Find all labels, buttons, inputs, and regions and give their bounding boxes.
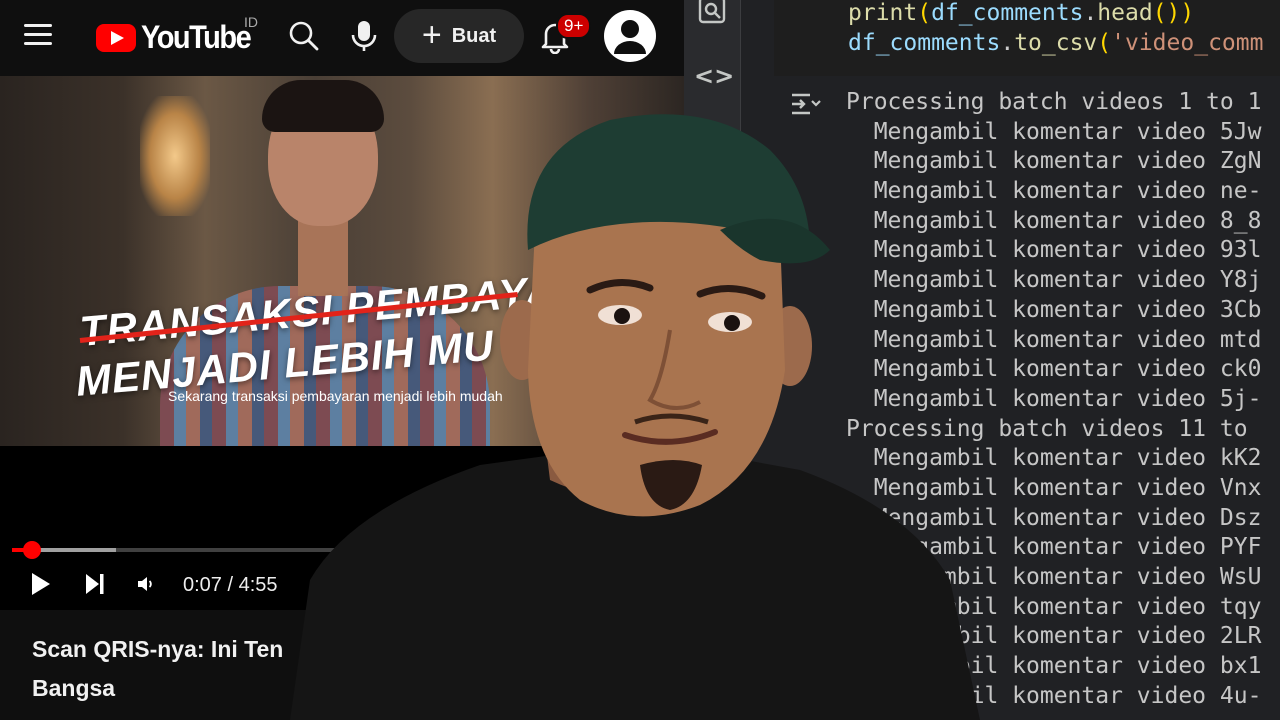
search-inspect-icon[interactable] — [698, 0, 726, 24]
code-cell[interactable]: print(df_comments.head()) df_comments.to… — [774, 0, 1280, 76]
output-line: Mengambil komentar video ne- — [846, 178, 1262, 205]
output-line: Mengambil komentar video PYF — [846, 534, 1262, 561]
output-line: Mengambil komentar video Vnx — [846, 474, 1262, 501]
next-icon[interactable] — [84, 572, 106, 596]
search-icon[interactable] — [288, 20, 320, 52]
output-line: Mengambil komentar video Dsz — [846, 504, 1262, 531]
notebook-panel: <> print(df_comments.head()) df_comments… — [684, 0, 1280, 720]
output-line: Mengambil komentar video 93l — [846, 237, 1262, 264]
youtube-logo[interactable]: YouTube — [96, 19, 252, 56]
output-line: Mengambil komentar video 4u- — [846, 682, 1262, 709]
output-line: Mengambil komentar video 5Jw — [846, 118, 1262, 145]
youtube-header: YouTube ID + Buat 9+ — [0, 0, 684, 76]
create-button-label: Buat — [451, 24, 497, 47]
volume-icon[interactable] — [136, 574, 156, 594]
output-line: Mengambil komentar video 8_8 — [846, 207, 1262, 234]
plus-icon: + — [421, 15, 442, 54]
output-line: Mengambil komentar video 3Cb — [846, 296, 1262, 323]
output-line: Mengambil komentar video WsU — [846, 564, 1262, 590]
youtube-play-logo-icon — [96, 24, 136, 52]
output-line: Mengambil komentar video ZgN — [846, 148, 1262, 175]
create-button[interactable]: + Buat — [394, 9, 524, 63]
code-line-2: df_comments.to_csv('video_comm — [848, 30, 1264, 56]
video-title-line1: Scan QRIS-nya: Ini Ten — [32, 636, 284, 662]
output-line: Mengambil komentar video bx1 — [846, 653, 1262, 680]
video-progress-bar[interactable] — [12, 541, 672, 559]
youtube-panel: YouTube ID + Buat 9+ TRANSAKSI PEMBAYAR … — [0, 0, 684, 720]
play-icon[interactable] — [30, 572, 52, 596]
youtube-logo-text: YouTube — [141, 19, 252, 56]
video-frame[interactable]: TRANSAKSI PEMBAYAR MENJADI LEBIH MU Seka… — [0, 76, 684, 446]
cell-output: Processing batch videos 1 to 1 Mengambil… — [846, 88, 1261, 711]
video-caption: Sekarang transaksi pembayaran menjadi le… — [168, 388, 503, 404]
output-line: Mengambil komentar video tqy — [846, 593, 1262, 620]
progress-scrubber[interactable] — [22, 541, 41, 559]
output-line: Processing batch videos 1 to 1 — [846, 89, 1262, 115]
microphone-icon[interactable] — [350, 20, 378, 52]
output-line: Mengambil komentar video Y8j — [846, 267, 1262, 294]
country-code: ID — [244, 14, 258, 30]
code-line-1: print(df_comments.head()) — [848, 0, 1195, 26]
hamburger-icon[interactable] — [24, 24, 52, 46]
output-line: Mengambil komentar video 2LR — [846, 623, 1262, 650]
output-line: Processing batch videos 11 to — [846, 415, 1248, 442]
video-title[interactable]: Scan QRIS-nya: Ini Ten Bangsa — [32, 630, 322, 708]
output-line: Mengambil komentar video kK2 — [846, 445, 1262, 472]
time-separator: / — [221, 574, 239, 596]
notebook-side-rail: <> — [684, 0, 741, 720]
output-line: Mengambil komentar video mtd — [846, 326, 1262, 353]
background-lamp — [140, 96, 210, 216]
current-time: 0:07 — [183, 574, 222, 596]
output-collapse-icon[interactable] — [788, 90, 822, 118]
output-line: Mengambil komentar video 5j- — [846, 385, 1262, 412]
code-brackets-icon[interactable]: <> — [694, 62, 734, 90]
video-title-line2: Bangsa — [32, 675, 116, 701]
video-presenter-hair — [262, 80, 384, 132]
output-line: Mengambil komentar video ck0 — [846, 356, 1262, 383]
video-time: 0:07 / 4:55 — [183, 574, 278, 597]
account-icon — [614, 20, 646, 54]
duration: 4:55 — [238, 574, 278, 596]
account-avatar[interactable] — [604, 10, 656, 62]
notification-badge: 9+ — [556, 13, 592, 39]
